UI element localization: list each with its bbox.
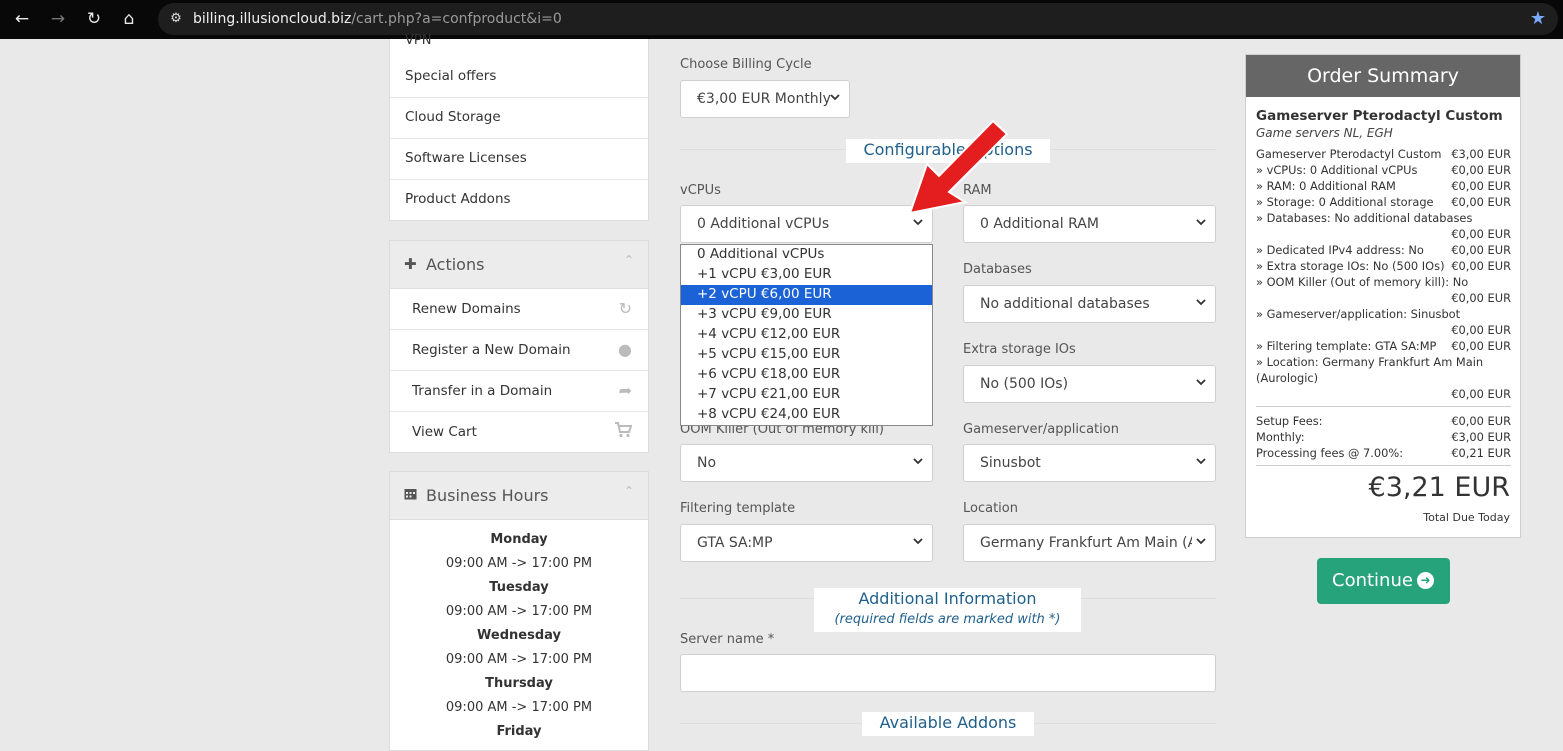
day-label: Wednesday (477, 628, 561, 643)
calendar-icon (404, 486, 417, 504)
billing-cycle-label: Choose Billing Cycle (680, 57, 812, 72)
chevron-down-icon (913, 458, 923, 465)
day-label: Friday (496, 724, 542, 739)
chevron-down-icon (1196, 538, 1206, 545)
server-name-input[interactable] (680, 654, 1216, 692)
globe-icon: ● (618, 340, 632, 359)
plus-icon: ✚ (404, 255, 417, 273)
actions-title: Actions (426, 255, 485, 274)
category-item-cut[interactable]: VPN (405, 33, 431, 48)
chevron-up-icon[interactable]: ⌃ (624, 484, 634, 498)
extra-storage-label: Extra storage IOs (963, 342, 1076, 357)
arrow-circle-right-icon: ➜ (1417, 572, 1434, 589)
server-name-label: Server name * (680, 632, 775, 647)
chevron-down-icon (1196, 458, 1206, 465)
time-label: 09:00 AM -> 17:00 PM (445, 700, 593, 715)
total-amount: €3,21 EUR (1368, 472, 1510, 503)
chevron-down-icon (913, 538, 923, 545)
total-caption: Total Due Today (1423, 511, 1510, 524)
gameserver-label: Gameserver/application (963, 422, 1119, 437)
available-addons-title: Available Addons (862, 712, 1034, 736)
cart-icon (614, 422, 633, 442)
back-icon[interactable]: ← (10, 7, 34, 31)
forward-icon[interactable]: → (46, 7, 70, 31)
chevron-down-icon (1196, 299, 1206, 306)
category-software-licenses[interactable]: Software Licenses (390, 138, 648, 180)
location-label: Location (963, 501, 1018, 516)
category-product-addons[interactable]: Product Addons (390, 179, 648, 220)
order-summary-panel: Order Summary Gameserver Pterodactyl Cus… (1245, 54, 1521, 538)
home-icon[interactable]: ⌂ (117, 7, 141, 31)
chevron-up-icon[interactable]: ⌃ (624, 253, 634, 267)
categories-panel: VPN Special offers Cloud Storage Softwar… (389, 33, 649, 221)
additional-info-title: Additional Information (858, 589, 1037, 608)
summary-divider (1256, 465, 1511, 466)
oom-select[interactable]: No (680, 444, 933, 482)
bookmark-star-icon[interactable]: ★ (1530, 8, 1546, 29)
gameserver-select[interactable]: Sinusbot (963, 444, 1216, 482)
category-special-offers[interactable]: Special offers (390, 56, 648, 98)
business-hours-header[interactable]: Business Hours ⌃ (390, 472, 648, 520)
vcpus-select[interactable]: 0 Additional vCPUs (680, 205, 933, 243)
additional-info-subtitle: (required fields are marked with *) (834, 612, 1061, 627)
url-text[interactable]: billing.illusioncloud.biz/cart.php?a=con… (193, 9, 562, 29)
dropdown-option[interactable]: +7 vCPU €21,00 EUR (681, 385, 932, 405)
business-hours-title: Business Hours (426, 486, 549, 505)
time-label: 09:00 AM -> 17:00 PM (445, 604, 593, 619)
time-label: 09:00 AM -> 17:00 PM (445, 556, 593, 571)
actions-panel-header[interactable]: ✚ Actions ⌃ (390, 241, 648, 289)
dropdown-option[interactable]: 0 Additional vCPUs (681, 245, 932, 265)
dropdown-option-highlighted[interactable]: +2 vCPU €6,00 EUR (681, 285, 932, 305)
action-view-cart[interactable]: View Cart (390, 412, 648, 452)
action-transfer-domain[interactable]: Transfer in a Domain ➦ (390, 371, 648, 412)
chevron-down-icon (1196, 379, 1206, 386)
reload-icon[interactable]: ↻ (82, 7, 106, 31)
browser-toolbar: ← → ↻ ⌂ ⚙ billing.illusioncloud.biz/cart… (0, 0, 1563, 39)
site-info-icon[interactable]: ⚙ (168, 11, 184, 27)
red-arrow-annotation (908, 119, 1009, 215)
continue-button[interactable]: Continue ➜ (1317, 558, 1450, 604)
filtering-select[interactable]: GTA SA:MP (680, 524, 933, 562)
databases-select[interactable]: No additional databases (963, 285, 1216, 323)
dropdown-option[interactable]: +4 vCPU €12,00 EUR (681, 325, 932, 345)
summary-product-name: Gameserver Pterodactyl Custom (1256, 108, 1503, 124)
billing-cycle-select[interactable]: €3,00 EUR Monthly (680, 80, 850, 118)
category-cloud-storage[interactable]: Cloud Storage (390, 97, 648, 139)
vcpus-dropdown-list[interactable]: 0 Additional vCPUs +1 vCPU €3,00 EUR +2 … (680, 244, 933, 426)
share-arrow-icon: ➦ (618, 381, 632, 400)
actions-panel: ✚ Actions ⌃ Renew Domains ↻ Register a N… (389, 240, 649, 453)
chevron-down-icon (830, 94, 840, 101)
address-bar[interactable]: ⚙ billing.illusioncloud.biz/cart.php?a=c… (158, 3, 1558, 35)
action-renew-domains[interactable]: Renew Domains ↻ (390, 289, 648, 330)
summary-product-group: Game servers NL, EGH (1256, 126, 1393, 140)
dropdown-option[interactable]: +6 vCPU €18,00 EUR (681, 365, 932, 385)
vcpus-label: vCPUs (680, 183, 721, 198)
dropdown-option[interactable]: +8 vCPU €24,00 EUR (681, 405, 932, 425)
day-label: Tuesday (489, 580, 549, 595)
extra-storage-select[interactable]: No (500 IOs) (963, 365, 1216, 403)
business-hours-panel: Business Hours ⌃ Monday 09:00 AM -> 17:0… (389, 471, 649, 751)
location-select[interactable]: Germany Frankfurt Am Main (Aurologic) (963, 524, 1216, 562)
dropdown-option[interactable]: +1 vCPU €3,00 EUR (681, 265, 932, 285)
summary-divider (1256, 406, 1511, 407)
chevron-down-icon (1196, 219, 1206, 226)
databases-label: Databases (963, 262, 1032, 277)
time-label: 09:00 AM -> 17:00 PM (445, 652, 593, 667)
refresh-icon: ↻ (618, 299, 632, 318)
action-register-domain[interactable]: Register a New Domain ● (390, 330, 648, 371)
day-label: Thursday (485, 676, 553, 691)
additional-info-header: Additional Information (required fields … (814, 588, 1081, 632)
order-summary-title: Order Summary (1246, 55, 1520, 97)
dropdown-option[interactable]: +3 vCPU €9,00 EUR (681, 305, 932, 325)
filtering-label: Filtering template (680, 501, 796, 516)
day-label: Monday (490, 532, 548, 547)
dropdown-option[interactable]: +5 vCPU €15,00 EUR (681, 345, 932, 365)
